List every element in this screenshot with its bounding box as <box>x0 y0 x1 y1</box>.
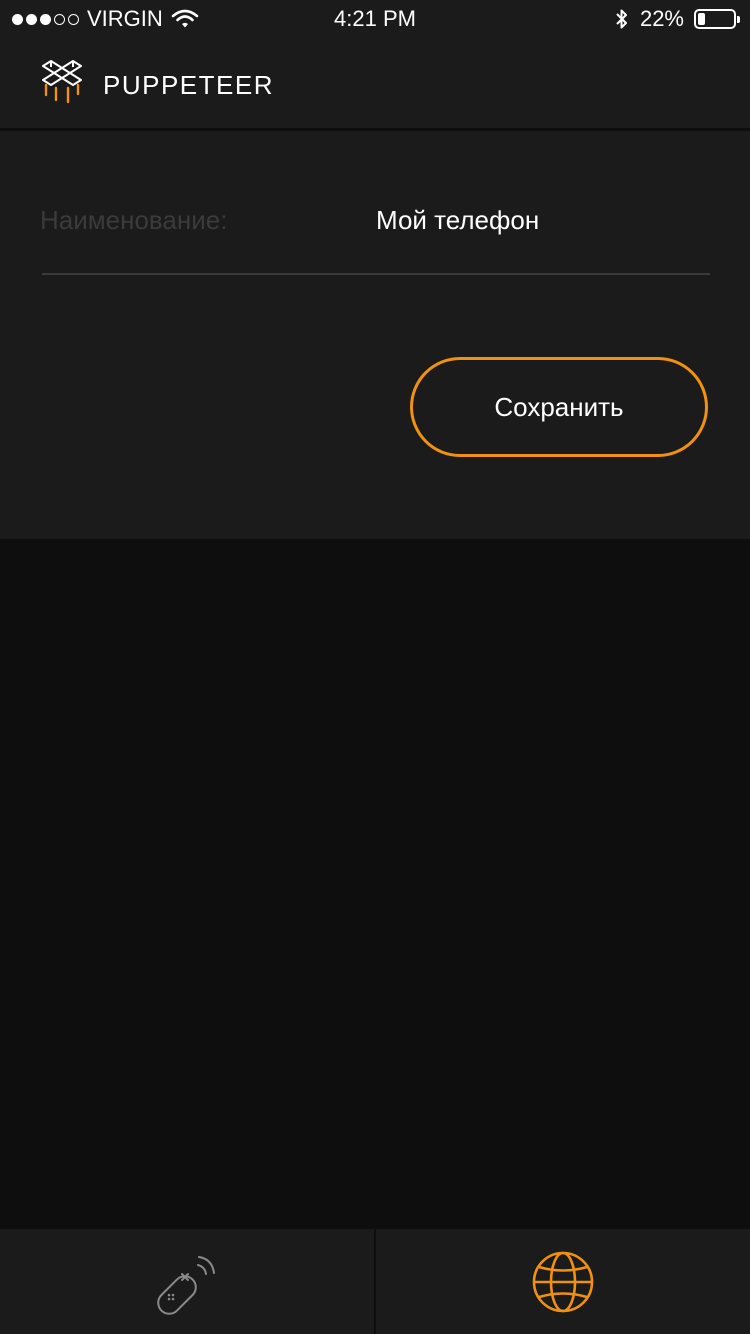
tab-remote[interactable] <box>0 1229 374 1334</box>
puppeteer-logo-icon <box>42 60 82 104</box>
name-field-underline <box>42 273 710 275</box>
name-field-label: Наименование: <box>40 205 228 235</box>
status-right: 22% <box>614 6 740 32</box>
app-title: PUPPETEER <box>103 70 274 100</box>
bottom-tab-bar <box>0 1229 750 1334</box>
remote-control-icon <box>157 1255 215 1315</box>
tab-network[interactable] <box>376 1229 750 1334</box>
save-button[interactable]: Сохранить <box>410 357 708 457</box>
status-bar: VIRGIN 4:21 PM 22% <box>0 0 750 40</box>
bluetooth-icon <box>616 9 627 29</box>
battery-percent: 22% <box>639 6 684 31</box>
battery-icon <box>694 9 740 29</box>
battery-level <box>698 13 706 25</box>
app-header: PUPPETEER <box>0 40 750 131</box>
globe-icon <box>532 1251 594 1312</box>
name-field-input[interactable]: Мой телефон <box>376 205 539 236</box>
device-name-form: Наименование: Мой телефон Сохранить <box>0 131 750 539</box>
